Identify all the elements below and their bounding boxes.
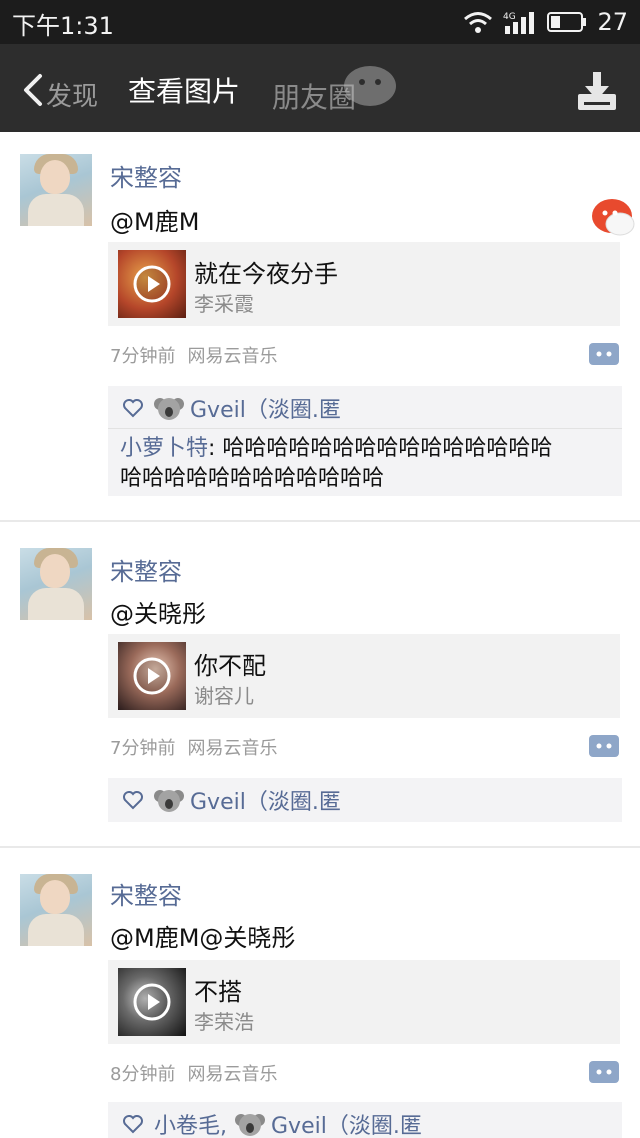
avatar[interactable] — [20, 548, 92, 620]
username[interactable]: 宋整容 — [110, 552, 182, 587]
post-meta: 7分钟前 网易云音乐 — [110, 734, 277, 760]
song-artist: 李荣浩 — [194, 1010, 254, 1034]
like-row: Gveil（淡圈.匿 — [122, 392, 341, 424]
post-text: @关晓彤 — [110, 600, 206, 628]
nav-back-label[interactable]: 发现 — [46, 76, 98, 113]
music-card[interactable]: 不搭 李荣浩 — [108, 960, 620, 1044]
status-bar: 下午1:31 4G 27 — [0, 0, 640, 44]
liker-name-2[interactable]: Gveil（淡圈.匿 — [271, 1108, 422, 1138]
status-icons: 4G 27 — [463, 6, 628, 38]
username[interactable]: 宋整容 — [110, 158, 182, 193]
post-time: 8分钟前 — [110, 1064, 176, 1085]
battery-icon — [547, 12, 587, 32]
post-time: 7分钟前 — [110, 738, 176, 759]
heart-icon — [123, 791, 143, 810]
post-meta: 7分钟前 网易云音乐 — [110, 342, 277, 368]
comment-author[interactable]: 小萝卜特 — [120, 436, 208, 461]
wechat-bubble-icon — [344, 66, 396, 106]
album-cover — [118, 250, 186, 318]
album-cover — [118, 642, 186, 710]
post-source[interactable]: 网易云音乐 — [187, 738, 277, 759]
avatar[interactable] — [20, 874, 92, 946]
play-icon[interactable] — [132, 264, 172, 304]
battery-level: 27 — [597, 8, 628, 36]
moment-post-1: 宋整容 @M鹿M 就在今夜分手 李采霞 7分钟前 网易云音乐 Gveil（淡圈.匿 — [0, 132, 640, 522]
post-source[interactable]: 网易云音乐 — [187, 346, 277, 367]
status-time: 下午1:31 — [12, 12, 114, 40]
likes-comments-box: Gveil（淡圈.匿 小萝卜特: 哈哈哈哈哈哈哈哈哈哈哈哈哈哈哈 哈哈哈哈哈哈哈… — [108, 386, 622, 496]
like-row: 小卷毛, Gveil（淡圈.匿 — [122, 1108, 422, 1138]
comment-text-cont: 哈哈哈哈哈哈哈哈哈哈哈哈 — [120, 466, 385, 491]
likes-box: 小卷毛, Gveil（淡圈.匿 — [108, 1102, 622, 1138]
comment-icon[interactable] — [588, 734, 620, 758]
moment-post-2: 宋整容 @关晓彤 你不配 谢容儿 7分钟前 网易云音乐 Gveil（淡圈.匿 — [0, 526, 640, 846]
song-title: 就在今夜分手 — [194, 260, 338, 288]
page-title: 查看图片 — [128, 75, 241, 108]
nav-bar: 发现 查看图片 朋友圈 — [0, 44, 640, 132]
download-icon[interactable] — [576, 70, 618, 112]
liker-name[interactable]: Gveil（淡圈.匿 — [190, 784, 341, 816]
song-title: 你不配 — [194, 652, 266, 680]
song-artist: 李采霞 — [194, 292, 254, 316]
signal-icon: 4G — [503, 12, 535, 34]
koala-avatar-icon — [154, 398, 184, 420]
network-label: 4G — [503, 12, 516, 22]
post-text: @M鹿M — [110, 208, 200, 236]
liker-name[interactable]: Gveil（淡圈.匿 — [190, 392, 341, 424]
comment-icon[interactable] — [588, 1060, 620, 1084]
post-source[interactable]: 网易云音乐 — [187, 1064, 277, 1085]
song-artist: 谢容儿 — [194, 684, 254, 708]
song-title: 不搭 — [194, 978, 242, 1006]
koala-avatar-icon — [154, 790, 184, 812]
avatar[interactable] — [20, 154, 92, 226]
heart-icon — [123, 1115, 143, 1134]
music-card[interactable]: 就在今夜分手 李采霞 — [108, 242, 620, 326]
heart-icon — [123, 399, 143, 418]
music-card[interactable]: 你不配 谢容儿 — [108, 634, 620, 718]
post-time: 7分钟前 — [110, 346, 176, 367]
like-row: Gveil（淡圈.匿 — [122, 784, 341, 816]
post-text: @M鹿M@关晓彤 — [110, 924, 296, 952]
moment-post-3: 宋整容 @M鹿M@关晓彤 不搭 李荣浩 8分钟前 网易云音乐 小卷毛, Gvei… — [0, 852, 640, 1138]
post-meta: 8分钟前 网易云音乐 — [110, 1060, 277, 1086]
wifi-icon — [464, 12, 493, 33]
album-cover — [118, 968, 186, 1036]
play-icon[interactable] — [132, 656, 172, 696]
play-icon[interactable] — [132, 982, 172, 1022]
username[interactable]: 宋整容 — [110, 876, 182, 911]
comment: 小萝卜特: 哈哈哈哈哈哈哈哈哈哈哈哈哈哈哈 哈哈哈哈哈哈哈哈哈哈哈哈 — [120, 434, 552, 494]
koala-avatar-icon — [235, 1114, 265, 1136]
likes-box: Gveil（淡圈.匿 — [108, 778, 622, 822]
comment-text: : 哈哈哈哈哈哈哈哈哈哈哈哈哈哈哈 — [208, 436, 553, 461]
comment-icon[interactable] — [588, 342, 620, 366]
liker-name-1[interactable]: 小卷毛, — [154, 1108, 227, 1138]
